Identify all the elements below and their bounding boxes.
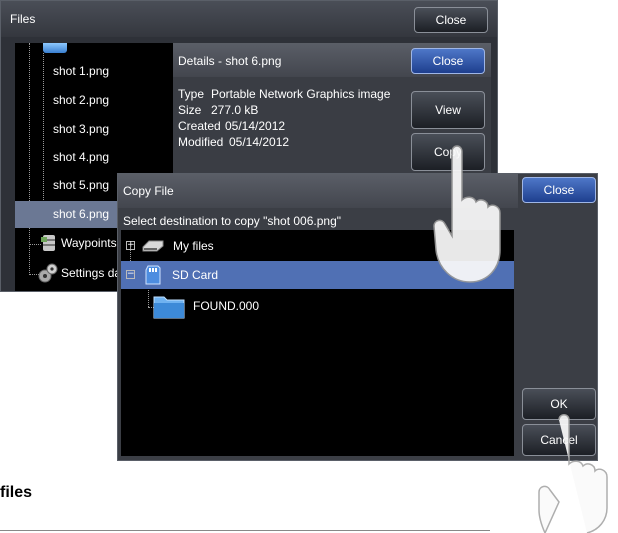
file-name: shot 2.png bbox=[53, 93, 110, 107]
drive-icon bbox=[142, 240, 164, 252]
copy-file-dialog: Copy File Close Select destination to co… bbox=[117, 173, 598, 461]
collapse-icon[interactable]: − bbox=[126, 270, 135, 279]
sd-card-icon bbox=[145, 265, 161, 285]
file-row[interactable]: shot 2.png bbox=[15, 87, 173, 114]
folder-icon bbox=[43, 43, 67, 53]
copy-close-button[interactable]: Close bbox=[522, 177, 596, 203]
file-name: shot 5.png bbox=[53, 178, 110, 192]
tree-label: My files bbox=[173, 239, 214, 253]
files-titlebar: Files Close bbox=[1, 1, 497, 37]
waypoints-db-icon bbox=[41, 235, 55, 251]
tree-label: FOUND.000 bbox=[193, 299, 260, 313]
expand-icon[interactable]: + bbox=[126, 241, 135, 250]
detail-value: 05/14/2012 bbox=[225, 119, 286, 133]
file-name: shot 6.png bbox=[53, 207, 110, 221]
details-title: Details - shot 6.png bbox=[178, 54, 282, 68]
details-close-button[interactable]: Close bbox=[411, 48, 485, 74]
folder-name: Settings da bbox=[61, 266, 122, 280]
details-header: Details - shot 6.png Close bbox=[173, 43, 491, 77]
pointing-hand-outline-icon bbox=[538, 414, 608, 533]
detail-key: Type bbox=[178, 87, 205, 101]
detail-key: Modified bbox=[178, 135, 224, 149]
file-name: shot 3.png bbox=[53, 122, 110, 136]
files-close-button[interactable]: Close bbox=[414, 7, 488, 33]
section-heading: files bbox=[0, 484, 33, 501]
file-name: shot 4.png bbox=[53, 150, 110, 164]
tree-label: SD Card bbox=[172, 268, 219, 282]
folder-name: Waypoints bbox=[61, 236, 117, 250]
folder-icon bbox=[153, 296, 185, 319]
pointing-hand-icon bbox=[433, 145, 501, 283]
settings-gears-icon bbox=[38, 263, 58, 283]
file-name: shot 1.png bbox=[53, 64, 110, 78]
divider bbox=[0, 530, 490, 531]
detail-key: Size bbox=[178, 103, 202, 117]
file-row[interactable]: shot 1.png bbox=[15, 58, 173, 85]
copy-prompt: Select destination to copy "shot 006.png… bbox=[123, 214, 341, 228]
copy-dialog-title: Copy File bbox=[123, 184, 174, 198]
file-row[interactable]: shot 4.png bbox=[15, 144, 173, 171]
tree-row-found-000[interactable]: FOUND.000 bbox=[121, 292, 514, 320]
file-row[interactable]: shot 3.png bbox=[15, 116, 173, 143]
files-title: Files bbox=[10, 12, 36, 26]
detail-value: 05/14/2012 bbox=[229, 135, 290, 149]
detail-value: Portable Network Graphics image bbox=[211, 87, 391, 101]
detail-value: 277.0 kB bbox=[211, 103, 259, 117]
detail-key: Created bbox=[178, 119, 221, 133]
view-button[interactable]: View bbox=[411, 91, 485, 129]
